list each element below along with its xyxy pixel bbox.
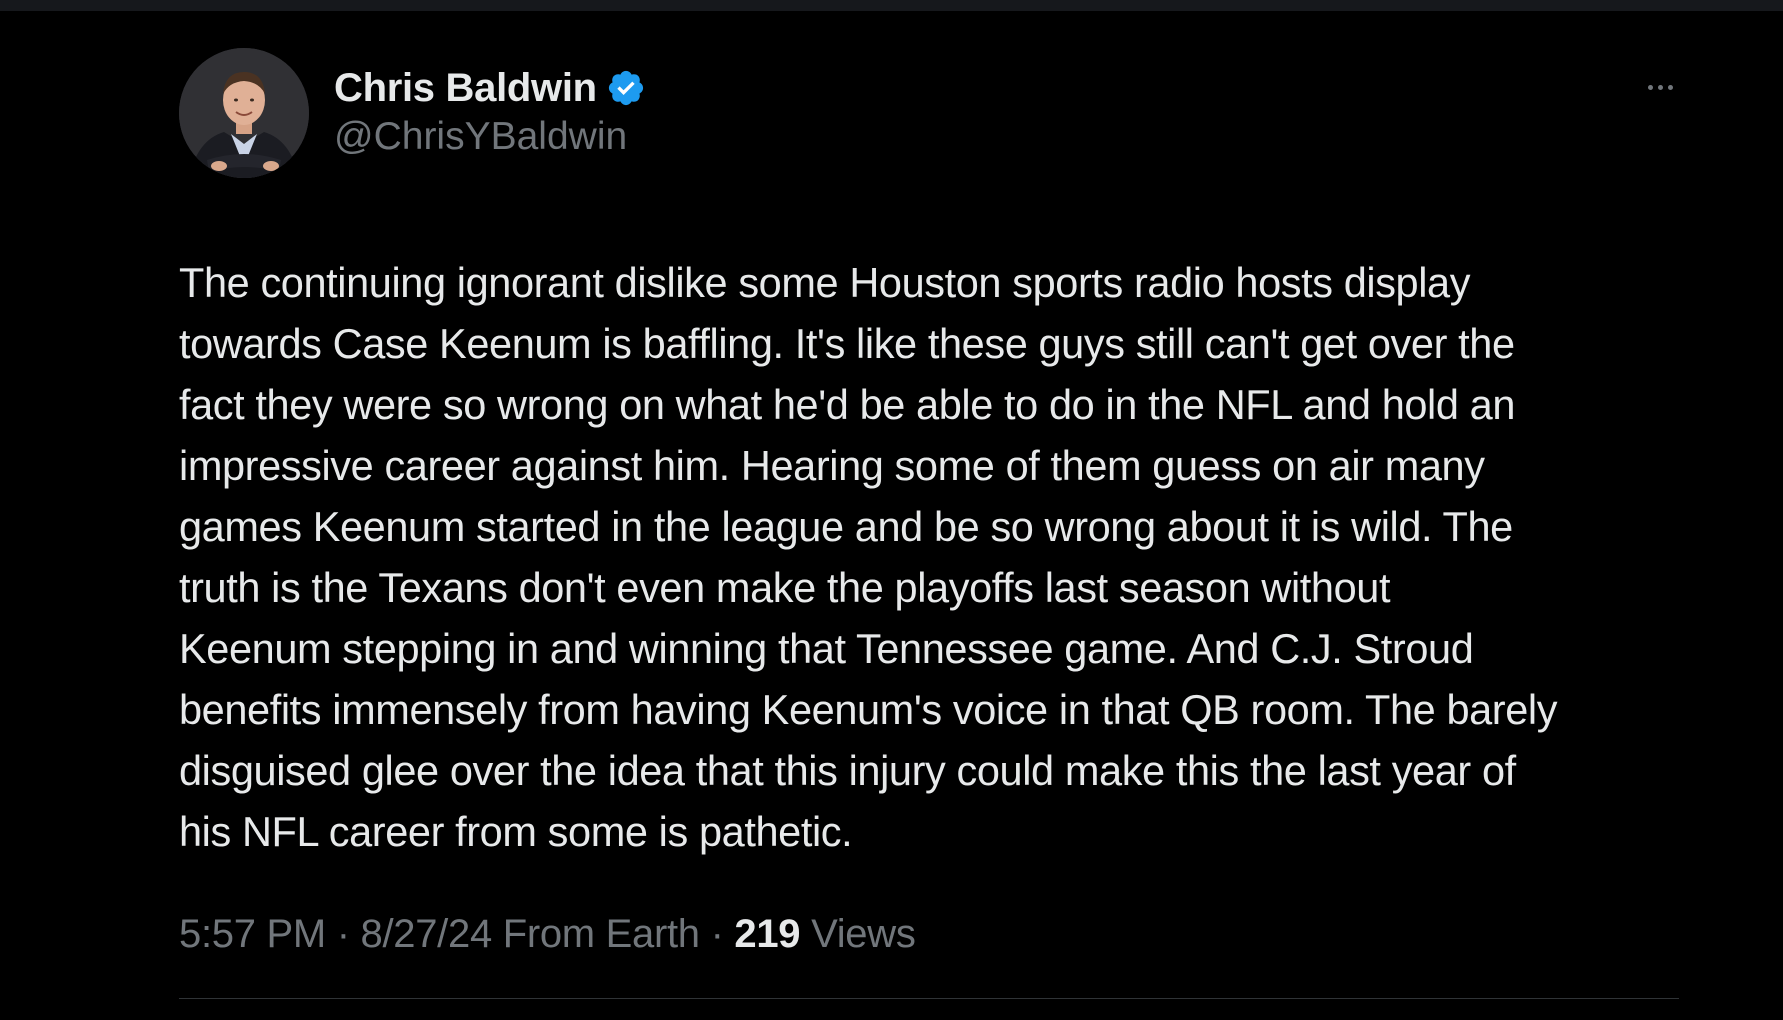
author-handle[interactable]: @ChrisYBaldwin bbox=[334, 115, 646, 159]
avatar[interactable] bbox=[179, 48, 309, 178]
views-count[interactable]: 219 bbox=[734, 912, 800, 956]
meta-separator: · bbox=[699, 912, 735, 956]
tweet-time[interactable]: 5:57 PM bbox=[179, 912, 326, 956]
tweet-text-line: towards Case Keenum is baffling. It's li… bbox=[179, 320, 1515, 367]
views-label: Views bbox=[800, 912, 916, 956]
avatar-photo bbox=[179, 48, 309, 178]
more-horizontal-icon bbox=[1667, 84, 1673, 90]
tweet-text-line: benefits immensely from having Keenum's … bbox=[179, 686, 1558, 733]
tweet-text-line: impressive career against him. Hearing s… bbox=[179, 442, 1485, 489]
more-horizontal-icon bbox=[1657, 84, 1663, 90]
tweet-text-line: his NFL career from some is pathetic. bbox=[179, 808, 853, 855]
verified-badge-icon[interactable] bbox=[606, 68, 646, 108]
tweet-text-line: disguised glee over the idea that this i… bbox=[179, 747, 1516, 794]
meta-separator: · bbox=[325, 912, 361, 956]
author-name-row: Chris Baldwin bbox=[334, 62, 646, 114]
tweet-text-line: The continuing ignorant dislike some Hou… bbox=[179, 259, 1471, 306]
tweet-text-line: fact they were so wrong on what he'd be … bbox=[179, 381, 1516, 428]
tweet-metadata: 5:57 PM · 8/27/24 From Earth · 219 Views bbox=[179, 912, 916, 957]
tweet-date[interactable]: 8/27/24 bbox=[361, 912, 493, 956]
tweet-text-line: truth is the Texans don't even make the … bbox=[179, 564, 1391, 611]
more-horizontal-icon bbox=[1647, 84, 1653, 90]
author-block: Chris Baldwin @ChrisYBaldwin bbox=[334, 62, 646, 159]
tweet: Chris Baldwin @ChrisYBaldwin The continu… bbox=[0, 0, 1783, 1020]
tweet-text-line: Keenum stepping in and winning that Tenn… bbox=[179, 625, 1474, 672]
tweet-text-line: games Keenum started in the league and b… bbox=[179, 503, 1513, 550]
author-display-name[interactable]: Chris Baldwin bbox=[334, 66, 597, 111]
tweet-text: The continuing ignorant dislike some Hou… bbox=[179, 252, 1699, 862]
more-options-button[interactable] bbox=[1640, 72, 1680, 102]
divider bbox=[179, 998, 1679, 999]
tweet-location: From Earth bbox=[491, 912, 700, 956]
